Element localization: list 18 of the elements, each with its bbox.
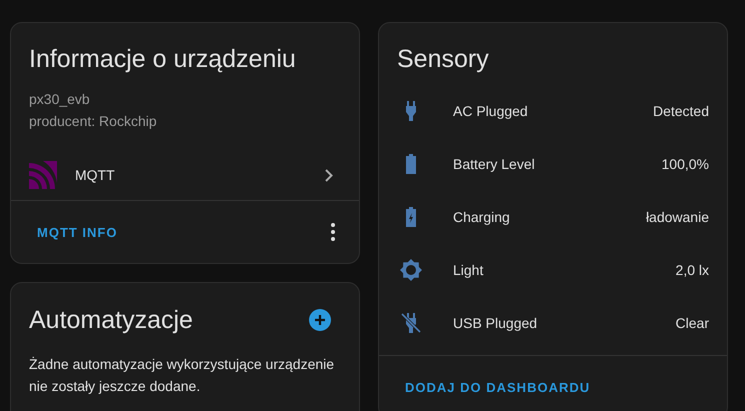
sensor-row[interactable]: AC Plugged Detected — [379, 84, 727, 137]
integration-item[interactable]: MQTT — [11, 150, 359, 200]
device-manufacturer: producent: Rockchip — [28, 112, 158, 131]
card-title: Sensory — [396, 44, 490, 74]
device-model: px30_evb — [28, 90, 91, 109]
add-to-dashboard-button[interactable]: DODAJ DO DASHBOARDU — [397, 374, 598, 400]
sensor-row[interactable]: Light 2,0 lx — [379, 243, 727, 296]
plug-off-icon — [399, 310, 423, 334]
brightness-icon — [399, 258, 423, 282]
card-title: Informacje o urządzeniu — [28, 44, 297, 74]
mqtt-info-button[interactable]: MQTT INFO — [29, 218, 126, 246]
sensor-row[interactable]: Battery Level 100,0% — [379, 137, 727, 190]
sensor-row[interactable]: Charging ładowanie — [379, 190, 727, 243]
empty-message: Żadne automatyzacje wykorzystujące urządzenie nie zostały jeszcze dodane. — [28, 355, 336, 396]
mqtt-icon — [29, 161, 59, 189]
sensor-row[interactable]: USB Plugged Clear — [379, 296, 727, 349]
card-title: Automatyzacje — [28, 304, 194, 334]
chevron-right-icon — [325, 168, 333, 182]
